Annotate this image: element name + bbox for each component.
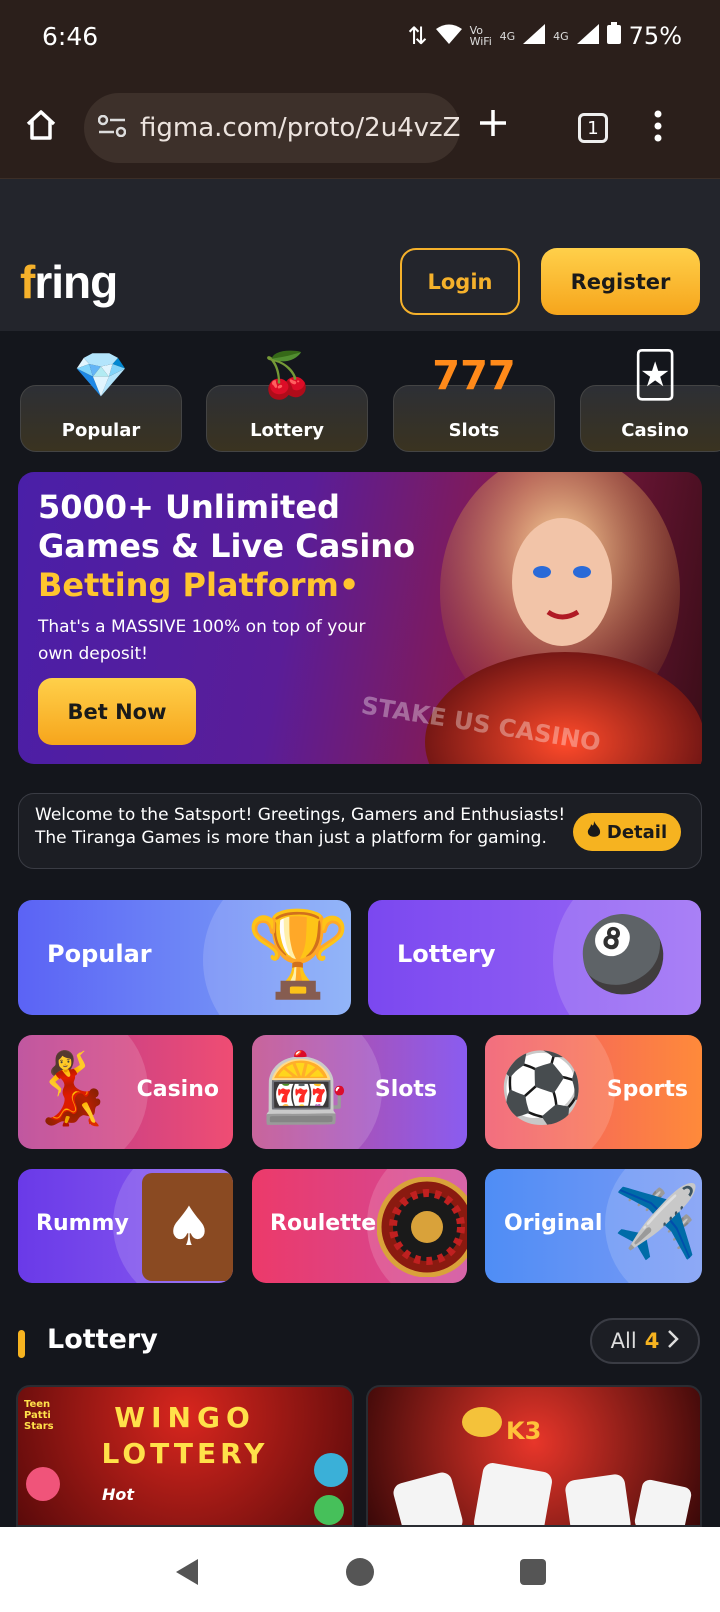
battery-icon [606, 22, 621, 50]
signal-icon [523, 22, 546, 50]
playing-cards-icon: ♠ [142, 1173, 233, 1281]
register-button[interactable]: Register [541, 248, 700, 315]
airplane-icon: ✈️ [613, 1181, 701, 1263]
banner-title: 5000+ Unlimited Games & Live Casino Bett… [38, 488, 416, 604]
signal-icon-2 [576, 22, 599, 50]
notice-text: Welcome to the Satsport! Greetings, Game… [35, 805, 566, 848]
tile-label: Original [504, 1211, 603, 1236]
lottery-ball-icon [314, 1495, 344, 1525]
data-arrows-icon: ⇅ [407, 22, 428, 50]
game-card-k3[interactable]: K3 [366, 1385, 702, 1527]
k3-title: K3 [506, 1417, 542, 1445]
dice-icon [633, 1478, 693, 1525]
tab-switcher-button[interactable]: 1 [578, 113, 608, 143]
wifi-icon [435, 22, 462, 50]
banner-subtitle: That's a MASSIVE 100% on top of your own… [38, 617, 366, 664]
site-settings-icon[interactable] [97, 114, 127, 141]
cherry-icon: 🍒 [259, 350, 315, 401]
roulette-wheel-icon [376, 1176, 467, 1281]
home-nav-icon[interactable] [345, 1557, 375, 1591]
section-accent-bar [18, 1330, 25, 1358]
fring-logo[interactable]: fring [20, 255, 118, 309]
tile-label: Sports [606, 1077, 688, 1102]
status-time: 6:46 [42, 22, 99, 51]
url-text[interactable]: figma.com/proto/2u4vzZ [140, 113, 461, 143]
tile-label: Roulette [270, 1211, 377, 1236]
category-tab-casino[interactable]: 🃏 Casino [580, 351, 720, 452]
back-icon[interactable] [174, 1557, 200, 1591]
tile-roulette[interactable]: Roulette [252, 1169, 467, 1283]
coin-icon [462, 1407, 502, 1437]
url-bar[interactable]: figma.com/proto/2u4vzZ [84, 93, 461, 163]
all-label: All [610, 1329, 637, 1353]
lottery-ball-icon [26, 1467, 60, 1501]
vowifi-label: Vo WiFi [469, 24, 492, 48]
slot-machine-icon: 🎰 [262, 1047, 350, 1129]
tile-label: Casino [136, 1077, 219, 1102]
casino-woman-image: 💃 [28, 1047, 116, 1129]
chevron-right-icon [667, 1329, 680, 1354]
tile-sports[interactable]: ⚽ Sports [485, 1035, 702, 1149]
tile-label: Popular [47, 940, 152, 968]
777-icon: 777 [432, 353, 516, 399]
tile-label: Lottery [397, 940, 496, 968]
category-label: Lottery [250, 420, 324, 441]
game-card-wingo[interactable]: Teen Patti Stars WINGO LOTTERY Hot [16, 1385, 354, 1527]
flame-icon [587, 820, 601, 844]
tile-label: Slots [374, 1077, 437, 1102]
category-label: Slots [448, 420, 500, 441]
view-all-lottery-button[interactable]: All 4 [590, 1318, 700, 1364]
more-menu-icon[interactable] [652, 110, 664, 146]
tile-label: Rummy [36, 1211, 129, 1236]
recents-icon[interactable] [520, 1559, 546, 1589]
tile-original[interactable]: Original ✈️ [485, 1169, 702, 1283]
dice-icon [564, 1473, 632, 1525]
category-tab-popular[interactable]: 💎 Popular [20, 351, 182, 452]
detail-button[interactable]: Detail [573, 813, 681, 851]
lottery-section-title: Lottery [47, 1324, 158, 1355]
tile-lottery[interactable]: Lottery 🎱 [368, 900, 701, 1015]
tile-casino[interactable]: 💃 Casino [18, 1035, 233, 1149]
wingo-title: WINGO [114, 1401, 256, 1434]
tile-popular[interactable]: Popular 🏆 [18, 900, 351, 1015]
fire-crystal-icon: 💎 [73, 350, 129, 401]
category-tab-slots[interactable]: 777 Slots [393, 353, 555, 452]
cards-icon: 🃏 [632, 350, 678, 401]
dice-icon [472, 1461, 554, 1525]
tile-slots[interactable]: 🎰 Slots [252, 1035, 467, 1149]
category-label: Popular [61, 420, 141, 441]
dice-icon [391, 1470, 465, 1525]
lottery-ball-icon [314, 1453, 348, 1487]
category-tab-lottery[interactable]: 🍒 Lottery [206, 351, 368, 452]
home-icon[interactable] [24, 108, 58, 146]
lottery-title: LOTTERY [101, 1437, 269, 1470]
lottery-balls-icon: 🎱 [578, 912, 668, 996]
all-count: 4 [644, 1329, 660, 1353]
soccer-ball-icon: ⚽ [499, 1049, 584, 1128]
trophy-icon: 🏆 [246, 905, 351, 1003]
network-4g-label: 4G [499, 29, 516, 43]
battery-percent: 75% [628, 22, 682, 50]
tile-rummy[interactable]: Rummy ♠ [18, 1169, 233, 1283]
detail-label: Detail [606, 821, 668, 843]
category-label: Casino [621, 420, 689, 441]
new-tab-icon[interactable] [478, 108, 508, 142]
status-icons: ⇅ Vo WiFi 4G 4G 75% [407, 22, 682, 50]
login-button[interactable]: Login [400, 248, 520, 315]
hot-badge: Hot [102, 1485, 135, 1504]
bet-now-button[interactable]: Bet Now [38, 678, 196, 745]
network-4g-label-2: 4G [553, 29, 569, 43]
